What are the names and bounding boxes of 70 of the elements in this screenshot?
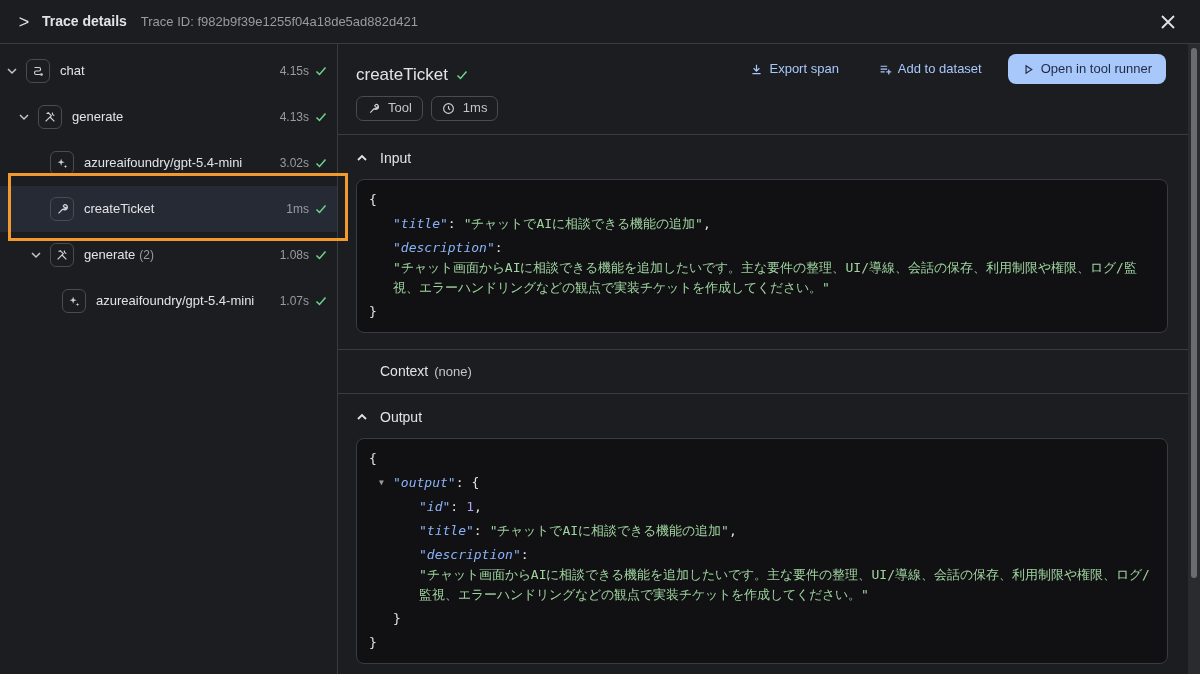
wrench-icon xyxy=(367,101,380,115)
json-key: "description" xyxy=(419,543,521,567)
json-punctuation: : xyxy=(447,215,456,233)
json-key: "description" xyxy=(393,236,495,260)
span-name: azureaifoundry/gpt-5.4-mini xyxy=(84,154,243,173)
json-key: "title" xyxy=(419,519,474,543)
section-title[interactable]: Output xyxy=(380,406,423,428)
section-title[interactable]: Input xyxy=(380,147,412,169)
scrollbar-thumb[interactable] xyxy=(1191,48,1197,578)
chain-icon xyxy=(31,64,45,78)
chevron-icon[interactable] xyxy=(6,65,18,77)
trace-id: Trace ID: f982b9f39e1255f04a18de5ad882d421 xyxy=(140,12,418,31)
expand-toggle[interactable]: ▼ xyxy=(379,471,393,495)
tree-item[interactable]: chat 4.15s xyxy=(0,48,337,94)
span-name: azureaifoundry/gpt-5.4-mini xyxy=(96,292,255,311)
json-string: "チャット画面からAIに相談できる機能を追加したいです。主な要件の整理、UI/導線、会話の保存、利用制限や権限、ログ/監視、エラーハンドリングなどの観点で実装チケットを作成してください。" xyxy=(393,260,1137,295)
span-duration: 1.07s xyxy=(279,293,309,310)
json-string: "チャットでAIに相談できる機能の追加" xyxy=(463,215,703,233)
panel-title: Trace details xyxy=(42,12,127,31)
chevron-icon[interactable] xyxy=(30,249,42,261)
span-duration: 4.15s xyxy=(279,63,309,80)
action-button[interactable]: Add to dataset xyxy=(864,54,996,84)
chevron-icon[interactable] xyxy=(18,111,30,123)
json-punctuation: , xyxy=(728,522,737,540)
span-name: generate xyxy=(84,246,136,265)
span-duration: 1.08s xyxy=(279,247,309,264)
hammer-wrench-icon xyxy=(55,248,69,262)
download-icon xyxy=(750,62,764,76)
json-punctuation: , xyxy=(702,215,711,233)
json-punctuation: , xyxy=(473,498,482,516)
json-punctuation: : xyxy=(450,498,459,516)
span-title: createTicket xyxy=(356,64,448,86)
json-brace: { xyxy=(369,450,377,468)
tree-item[interactable]: azureaifoundry/gpt-5.4-mini 3.02s xyxy=(0,140,337,186)
json-punctuation: : xyxy=(455,474,464,492)
json-key: "title" xyxy=(393,212,448,236)
tree-item[interactable]: generate 4.13s xyxy=(0,94,337,140)
json-string: "チャットでAIに相談できる機能の追加" xyxy=(489,522,729,540)
tree-item[interactable]: azureaifoundry/gpt-5.4-mini 1.07s xyxy=(0,278,337,324)
tag-badge: 1ms xyxy=(430,95,499,121)
json-brace: { xyxy=(471,474,480,492)
json-brace: } xyxy=(369,303,377,321)
json-key: "output" xyxy=(393,471,456,495)
json-punctuation: : xyxy=(473,522,482,540)
json-punctuation: : xyxy=(494,239,503,257)
json-brace: } xyxy=(393,610,401,628)
json-number: 1 xyxy=(466,498,474,516)
close-icon[interactable] xyxy=(1160,13,1176,30)
span-name: generate xyxy=(72,108,124,127)
wrench-icon xyxy=(55,202,69,216)
action-button[interactable]: Export span xyxy=(736,54,853,84)
json-key: "id" xyxy=(419,495,451,519)
hammer-wrench-icon xyxy=(43,110,57,124)
json-brace: { xyxy=(369,191,377,209)
tag-badge: Tool xyxy=(356,95,423,121)
span-name: chat xyxy=(60,62,85,81)
span-duration: 1ms xyxy=(286,201,309,218)
section-title[interactable]: Context xyxy=(380,361,429,382)
tree-item[interactable]: generate (2) 1.08s xyxy=(0,232,337,278)
action-button[interactable]: Open in tool runner xyxy=(1007,54,1166,84)
json-brace: } xyxy=(369,634,377,652)
clock-icon xyxy=(441,101,455,115)
span-count: (2) xyxy=(139,247,154,264)
span-duration: 4.13s xyxy=(279,109,309,126)
section-note: (none) xyxy=(434,362,472,381)
json-punctuation: : xyxy=(520,546,529,564)
json-string: "チャット画面からAIに相談できる機能を追加したいです。主な要件の整理、UI/導線、会話の保存、利用制限や権限、ログ/監視、エラーハンドリングなどの観点で実装チケットを作成してください。" xyxy=(419,567,1150,602)
span-duration: 3.02s xyxy=(279,155,309,172)
span-name: createTicket xyxy=(84,200,155,219)
tree-item[interactable]: createTicket 1ms xyxy=(0,186,337,232)
